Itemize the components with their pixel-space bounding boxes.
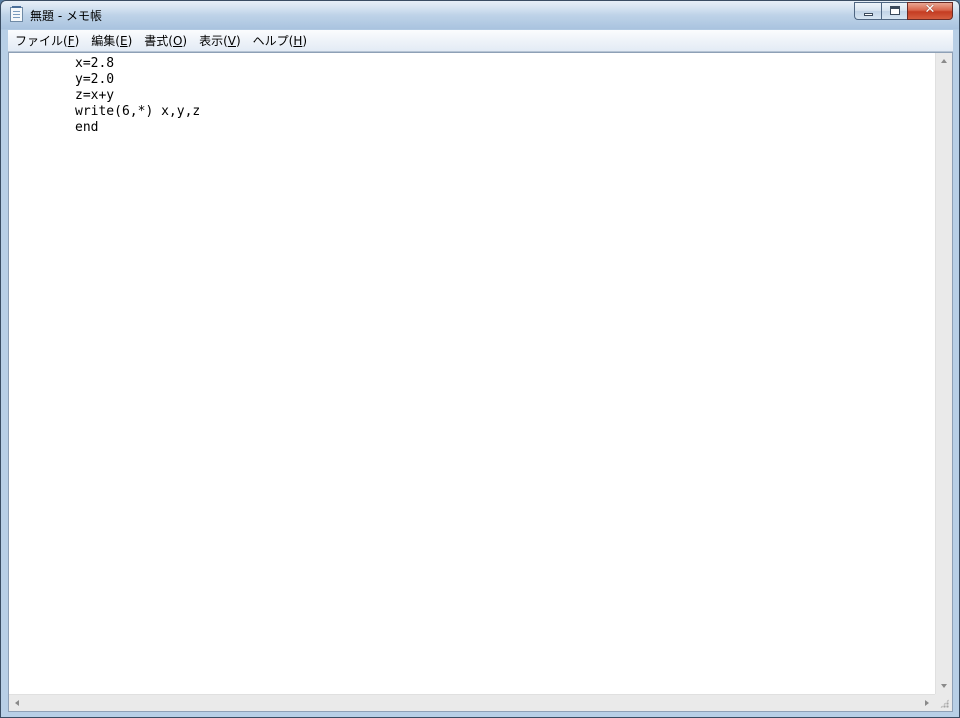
close-icon: ✕: [924, 2, 936, 17]
menu-view[interactable]: 表示(V): [193, 31, 247, 51]
title-bar[interactable]: 無題 - メモ帳 ✕: [1, 1, 959, 29]
minimize-icon: [864, 13, 873, 16]
close-button[interactable]: ✕: [907, 2, 953, 20]
code-line: write(6,*) x,y,z: [75, 104, 201, 119]
maximize-button[interactable]: [881, 2, 907, 20]
scroll-right-icon[interactable]: [925, 700, 929, 706]
minimize-button[interactable]: [854, 2, 881, 20]
scroll-up-icon[interactable]: [941, 59, 947, 63]
code-line: x=2.8: [75, 56, 115, 71]
menu-help[interactable]: ヘルプ(H): [247, 31, 313, 51]
menu-file[interactable]: ファイル(F): [8, 31, 85, 51]
horizontal-scrollbar[interactable]: [9, 694, 935, 711]
editor-frame: x=2.8 y=2.0 z=x+y write(6,*) x,y,z end: [8, 52, 953, 712]
menu-format[interactable]: 書式(O): [138, 31, 193, 51]
window-title: 無題 - メモ帳: [30, 9, 102, 23]
vertical-scrollbar[interactable]: [935, 53, 952, 694]
resize-grip-icon[interactable]: [935, 694, 952, 711]
scroll-down-icon[interactable]: [941, 684, 947, 688]
maximize-icon: [890, 6, 900, 15]
menu-edit[interactable]: 編集(E): [85, 31, 138, 51]
code-line: z=x+y: [75, 88, 115, 103]
caption-buttons: ✕: [854, 2, 953, 20]
notepad-icon[interactable]: [10, 6, 23, 22]
code-line: end: [75, 120, 99, 135]
menu-bar: ファイル(F) 編集(E) 書式(O) 表示(V) ヘルプ(H): [8, 30, 953, 52]
scroll-left-icon[interactable]: [15, 700, 19, 706]
code-line: y=2.0: [75, 72, 115, 87]
text-editor[interactable]: x=2.8 y=2.0 z=x+y write(6,*) x,y,z end: [9, 53, 935, 694]
notepad-window: 無題 - メモ帳 ✕ ファイル(F) 編集(E) 書式(O) 表示(V) ヘルプ…: [0, 0, 960, 718]
